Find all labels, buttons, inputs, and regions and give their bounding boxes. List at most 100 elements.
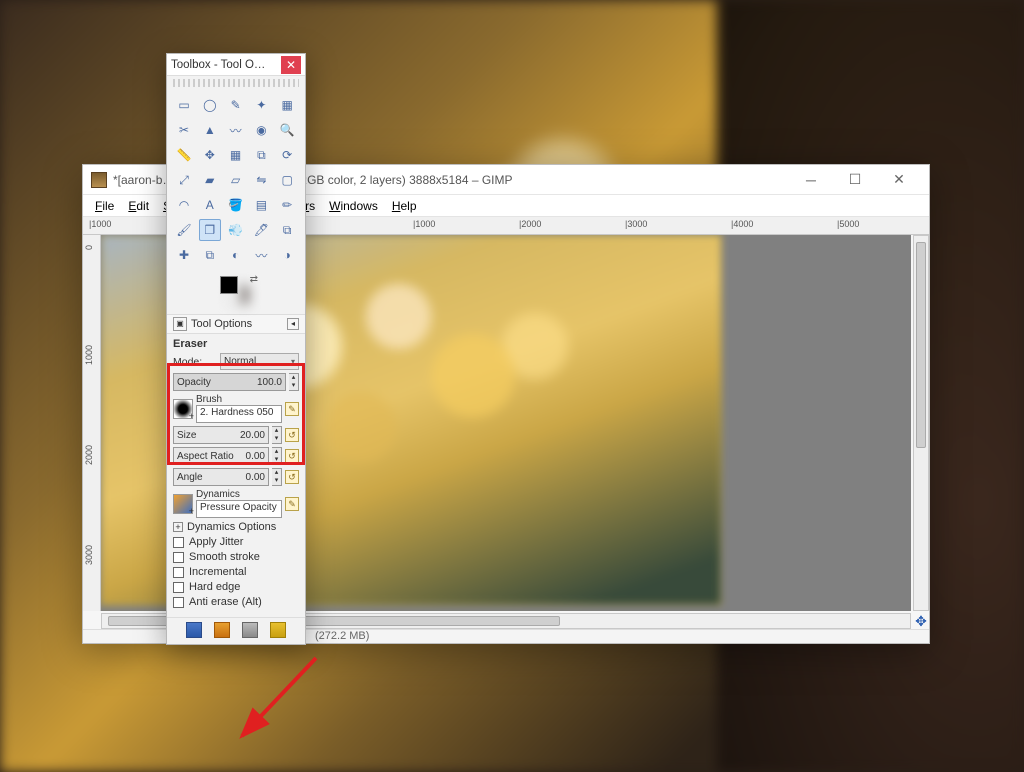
size-reset-icon[interactable]: ↺ xyxy=(285,428,299,442)
menu-windows[interactable]: Windows xyxy=(323,197,384,215)
mode-label: Mode: xyxy=(173,356,217,368)
save-options-icon[interactable] xyxy=(186,622,202,638)
menu-help[interactable]: Help xyxy=(386,197,423,215)
tool-measure[interactable]: 📏 xyxy=(173,144,195,166)
tool-foreground-select[interactable]: ▲ xyxy=(199,119,221,141)
aspect-reset-icon[interactable]: ↺ xyxy=(285,449,299,463)
tool-scissors[interactable]: ✂ xyxy=(173,119,195,141)
dock-icon[interactable]: ▣ xyxy=(173,317,187,331)
size-slider[interactable]: Size 20.00 xyxy=(173,426,269,444)
tool-blur-sharpen[interactable]: ◐ xyxy=(225,244,247,266)
tool-blend[interactable]: ▤ xyxy=(250,194,272,216)
opacity-spinner[interactable]: ▴▾ xyxy=(289,373,299,391)
tool-dodge-burn[interactable]: ◑ xyxy=(276,244,298,266)
smooth-stroke-checkbox[interactable]: Smooth stroke xyxy=(173,551,299,563)
tool-bucket-fill[interactable]: 🪣 xyxy=(225,194,247,216)
tool-paintbrush[interactable]: 🖌 xyxy=(173,219,195,241)
tool-text[interactable]: A xyxy=(199,194,221,216)
tool-flip[interactable]: ⇋ xyxy=(250,169,272,191)
mode-row: Mode: Normal▾ xyxy=(173,353,299,370)
brush-edit-icon[interactable]: ✎ xyxy=(285,402,299,416)
navigation-icon[interactable]: ✥ xyxy=(913,613,929,629)
tool-heal[interactable]: ✚ xyxy=(173,244,195,266)
tool-zoom[interactable]: 🔍 xyxy=(276,119,298,141)
tool-rect-select[interactable]: ▭ xyxy=(173,94,195,116)
size-value: 20.00 xyxy=(240,430,265,441)
close-button[interactable]: ✕ xyxy=(877,165,921,195)
app-icon xyxy=(91,172,107,188)
incremental-label: Incremental xyxy=(189,566,246,578)
brush-preview[interactable] xyxy=(173,399,193,419)
opacity-label: Opacity xyxy=(177,377,211,388)
mode-select[interactable]: Normal▾ xyxy=(220,353,299,370)
incremental-checkbox[interactable]: Incremental xyxy=(173,566,299,578)
tool-name-label: Eraser xyxy=(173,338,299,350)
tool-crop[interactable]: ⧉ xyxy=(250,144,272,166)
swap-colors-icon[interactable]: ⇄ xyxy=(250,274,258,285)
aspect-slider[interactable]: Aspect Ratio 0.00 xyxy=(173,447,269,465)
aspect-spinner[interactable]: ▴▾ xyxy=(272,447,282,465)
maximize-button[interactable]: ☐ xyxy=(833,165,877,195)
dynamics-options-expander[interactable]: +Dynamics Options xyxy=(173,521,299,533)
size-row: Size 20.00 ▴▾ ↺ xyxy=(173,426,299,444)
tool-perspective[interactable]: ▱ xyxy=(225,169,247,191)
tool-color-picker[interactable]: ◉ xyxy=(250,119,272,141)
options-menu-icon[interactable]: ◂ xyxy=(287,318,299,330)
fg-bg-color[interactable]: ⇄ xyxy=(216,274,256,308)
tool-options-header[interactable]: ▣ Tool Options ◂ xyxy=(167,314,305,334)
apply-jitter-checkbox[interactable]: Apply Jitter xyxy=(173,536,299,548)
tool-eraser[interactable]: ❐ xyxy=(199,219,221,241)
tool-cage[interactable]: ▢ xyxy=(276,169,298,191)
tool-fuzzy-select[interactable]: ✦ xyxy=(250,94,272,116)
tool-smudge[interactable]: 〰 xyxy=(250,244,272,266)
scrollbar-vertical[interactable] xyxy=(913,235,929,611)
restore-options-icon[interactable] xyxy=(214,622,230,638)
aspect-label: Aspect Ratio xyxy=(177,451,234,462)
angle-slider[interactable]: Angle 0.00 xyxy=(173,468,269,486)
tool-shear[interactable]: ▰ xyxy=(199,169,221,191)
dynamics-name-field[interactable]: Pressure Opacity xyxy=(196,500,282,518)
foreground-color-swatch[interactable] xyxy=(220,276,238,294)
brush-name-field[interactable]: 2. Hardness 050 xyxy=(196,405,282,423)
angle-spinner[interactable]: ▴▾ xyxy=(272,468,282,486)
dynamics-edit-icon[interactable]: ✎ xyxy=(285,497,299,511)
hard-edge-checkbox[interactable]: Hard edge xyxy=(173,581,299,593)
tool-align[interactable]: ▦ xyxy=(225,144,247,166)
tool-rotate[interactable]: ⟳ xyxy=(276,144,298,166)
brush-label: Brush xyxy=(196,394,282,405)
delete-options-icon[interactable] xyxy=(242,622,258,638)
tool-ink[interactable]: 🖊 xyxy=(250,219,272,241)
mode-value: Normal xyxy=(224,356,256,367)
tool-free-select[interactable]: ✎ xyxy=(225,94,247,116)
menu-edit[interactable]: Edit xyxy=(122,197,155,215)
tool-paths[interactable]: 〰 xyxy=(225,119,247,141)
toolbox-close-button[interactable]: ✕ xyxy=(281,56,301,74)
opacity-row: Opacity 100.0 ▴▾ xyxy=(173,373,299,391)
toolbox-window: Toolbox - Tool O… ✕ ▭◯✎✦▦✂▲〰◉🔍📏✥▦⧉⟳⤢▰▱⇋▢… xyxy=(166,53,306,645)
tool-options-footer xyxy=(167,617,305,644)
dynamics-label: Dynamics xyxy=(196,489,282,500)
toolbox-drag-handle[interactable] xyxy=(173,79,299,87)
menu-file[interactable]: File xyxy=(89,197,120,215)
tool-move[interactable]: ✥ xyxy=(199,144,221,166)
angle-reset-icon[interactable]: ↺ xyxy=(285,470,299,484)
tool-ellipse-select[interactable]: ◯ xyxy=(199,94,221,116)
aspect-row: Aspect Ratio 0.00 ▴▾ ↺ xyxy=(173,447,299,465)
tool-warp[interactable]: ◠ xyxy=(173,194,195,216)
tool-airbrush[interactable]: 💨 xyxy=(225,219,247,241)
tool-clone[interactable]: ⧉ xyxy=(276,219,298,241)
tool-by-color-select[interactable]: ▦ xyxy=(276,94,298,116)
opacity-slider[interactable]: Opacity 100.0 xyxy=(173,373,286,391)
toolbox-titlebar[interactable]: Toolbox - Tool O… ✕ xyxy=(167,54,305,76)
ruler-vertical[interactable]: 0 1000 2000 3000 xyxy=(83,235,101,611)
size-label: Size xyxy=(177,430,196,441)
tool-perspective-clone[interactable]: ⧉ xyxy=(199,244,221,266)
dynamics-options-label: Dynamics Options xyxy=(187,521,276,533)
tool-pencil[interactable]: ✏ xyxy=(276,194,298,216)
reset-options-icon[interactable] xyxy=(270,622,286,638)
dynamics-preview[interactable] xyxy=(173,494,193,514)
anti-erase-checkbox[interactable]: Anti erase (Alt) xyxy=(173,596,299,608)
minimize-button[interactable]: ─ xyxy=(789,165,833,195)
size-spinner[interactable]: ▴▾ xyxy=(272,426,282,444)
tool-scale[interactable]: ⤢ xyxy=(173,169,195,191)
